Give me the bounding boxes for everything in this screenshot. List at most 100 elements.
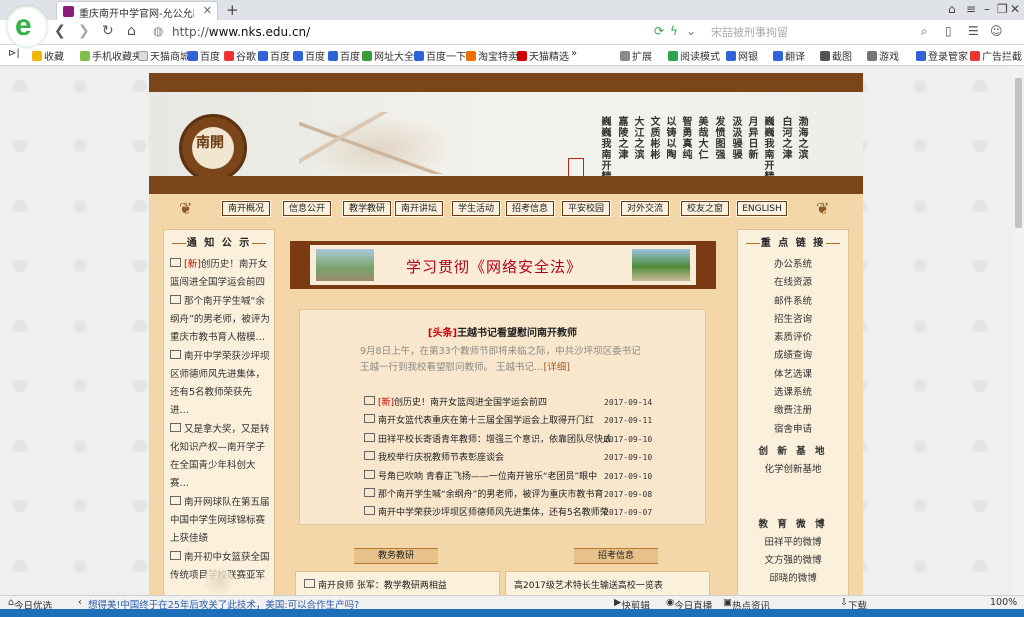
menu-item[interactable]: 南开讲坛	[394, 200, 444, 217]
bookmark-item[interactable]: 淘宝特卖	[466, 48, 518, 63]
menu-item[interactable]: 平安校园	[561, 200, 611, 217]
skin-icon[interactable]: ⌂	[948, 2, 956, 16]
teaching-item[interactable]: 南开良师 张军：教学教研两相益	[304, 578, 447, 591]
online-banking-button[interactable]: 网银	[726, 48, 758, 63]
menu-item[interactable]: 教学教研	[342, 200, 392, 217]
bookmark-item[interactable]: 收藏	[32, 48, 64, 63]
quick-link[interactable]: 办公系统	[738, 256, 848, 274]
screenshot-button[interactable]: 截图	[820, 48, 852, 63]
feature-banner[interactable]: 学习贯彻《网络安全法》	[290, 241, 716, 289]
bookmark-item[interactable]: 天猫商城	[138, 48, 190, 63]
quick-link[interactable]: 邮件系统	[738, 293, 848, 311]
address-bar[interactable]: ◍ http://www.nks.edu.cn/	[150, 23, 500, 41]
quick-link[interactable]: 成绩查询	[738, 347, 848, 365]
notice-item[interactable]: 那个南开学生喊“余纲舟”的男老师，被评为重庆市教书育人楷模…	[170, 293, 270, 347]
adblock-button[interactable]: 广告拦截	[970, 48, 1022, 63]
section-tab-admissions[interactable]: 招考信息	[574, 548, 658, 564]
home-icon[interactable]: ⌂	[127, 23, 136, 39]
notice-item[interactable]: 又是拿大奖，又是转化知识产权—南开学子在全国青少年科创大赛…	[170, 421, 270, 493]
weibo-link[interactable]: 邱晓的微博	[738, 570, 848, 588]
quick-link[interactable]: 在线资源	[738, 274, 848, 292]
innovation-link[interactable]: 化学创新基地	[738, 461, 848, 479]
minimize-icon[interactable]: –	[984, 2, 990, 16]
live-button[interactable]: ◉ 今日直播	[666, 597, 712, 612]
dropdown-chevron-icon[interactable]: ⌄	[686, 24, 696, 38]
quick-link[interactable]: 招生咨询	[738, 311, 848, 329]
notice-item[interactable]: 南开中学荣获沙坪坝区师德师风先进集体，还有5名教师荣获先进…	[170, 348, 270, 420]
bookmark-item[interactable]: 百度	[188, 48, 220, 63]
news-row[interactable]: 我校举行庆祝教师节表彰座谈会 2017-09-10	[364, 449, 664, 467]
vertical-scrollbar[interactable]	[1013, 66, 1024, 595]
news-row[interactable]: 号角已吹响 青春正飞扬——一位南开管乐“老团员”眼中 2017-09-10	[364, 468, 664, 486]
quick-link[interactable]: 体艺选课	[738, 366, 848, 384]
admissions-item[interactable]: 高2017级艺术特长生输送高校一览表	[514, 578, 663, 591]
school-emblem-icon[interactable]: 南開	[179, 114, 247, 182]
news-ticker-prev-icon[interactable]: ‹	[78, 597, 82, 608]
bookmark-item[interactable]: 百度一下	[414, 48, 466, 63]
extensions-button[interactable]: 扩展	[620, 48, 652, 63]
notice-item[interactable]: 南开网球队在第五届中国中学生网球锦标赛上获佳绩	[170, 494, 270, 548]
menu-item[interactable]: ENGLISH	[736, 200, 788, 217]
new-tab-icon[interactable]: +	[226, 1, 239, 19]
news-row[interactable]: 田祥平校长寄语青年教师：增强三个意识，依靠团队尽快成 2017-09-10	[364, 431, 664, 449]
read-more-link[interactable]: [详细]	[544, 362, 570, 373]
download-button[interactable]: ⇩ 下载	[840, 597, 867, 612]
login-manager-button[interactable]: 登录管家	[916, 48, 968, 63]
quick-link[interactable]: 缴费注册	[738, 402, 848, 420]
window-close-icon[interactable]: ✕	[1010, 2, 1020, 16]
quick-link[interactable]: 宿舍申请	[738, 421, 848, 439]
user-icon[interactable]: ☺	[990, 24, 1003, 38]
browser-logo-icon[interactable]: e	[6, 6, 48, 48]
section-tab-teaching[interactable]: 教务教研	[354, 548, 438, 564]
menu-item[interactable]: 南开概况	[221, 200, 271, 217]
bookmark-item[interactable]: 百度	[328, 48, 360, 63]
security-check-icon[interactable]: ⟳	[654, 24, 664, 38]
headline-link[interactable]: [头条]王越书记看望慰问南开教师	[300, 324, 705, 339]
search-icon[interactable]: ⌕	[921, 24, 928, 39]
menu-item[interactable]: 对外交流	[620, 200, 670, 217]
translate-button[interactable]: 翻译	[773, 48, 805, 63]
sidebar-toggle-icon[interactable]: ⊳|	[8, 48, 20, 59]
news-row[interactable]: 南开中学荣获沙坪坝区师德师风先进集体，还有5名教师荣 2017-09-07	[364, 504, 664, 522]
bookmark-item[interactable]: 谷歌	[224, 48, 256, 63]
reading-mode-button[interactable]: 阅读模式	[668, 48, 720, 63]
news-row[interactable]: 南开女篮代表重庆在第十三届全国学运会上取得开门红 2017-09-11	[364, 412, 664, 430]
quick-link[interactable]: 素质评价	[738, 329, 848, 347]
bookmark-item[interactable]: 百度	[258, 48, 290, 63]
menu-item[interactable]: 招考信息	[505, 200, 555, 217]
bookmark-item[interactable]: 网址大全	[362, 48, 414, 63]
weibo-link[interactable]: 田祥平的微博	[738, 534, 848, 552]
back-icon[interactable]: ❮	[54, 23, 66, 39]
phone-icon[interactable]: ▯	[945, 24, 952, 38]
quick-link[interactable]: 选课系统	[738, 384, 848, 402]
app-menu-icon[interactable]: ☰	[968, 24, 979, 38]
browser-tab[interactable]: 重庆南开中学官网-允公允能 日新月异 ✕	[56, 1, 218, 20]
quick-edit-button[interactable]: ▶ 快剪辑	[614, 597, 650, 612]
restore-icon[interactable]: ❐	[997, 2, 1008, 16]
bookmark-item[interactable]: 百度	[293, 48, 325, 63]
weibo-link[interactable]: 文方强的微博	[738, 552, 848, 570]
search-input[interactable]: 宋喆被刑事拘留	[705, 22, 935, 40]
bookmark-item[interactable]: 手机收藏夹	[80, 48, 142, 63]
scrollbar-thumb[interactable]	[1015, 78, 1022, 228]
forward-icon[interactable]: ❯	[78, 23, 90, 39]
bookmark-item[interactable]: 天猫精选	[517, 48, 569, 63]
ornament-swirl-icon: ❦	[179, 199, 193, 218]
speed-icon[interactable]: ϟ	[670, 24, 678, 38]
news-row[interactable]: 那个南开学生喊“余纲舟”的男老师，被评为重庆市教书育 2017-09-08	[364, 486, 664, 504]
more-bookmarks-icon[interactable]: »	[571, 48, 577, 59]
news-row[interactable]: [新]创历史！南开女篮闯进全国学运会前四 2017-09-14	[364, 394, 664, 412]
games-button[interactable]: 游戏	[867, 48, 899, 63]
daily-picks-button[interactable]: ⌂ 今日优选	[8, 597, 52, 612]
zoom-level[interactable]: 100%	[990, 597, 1017, 608]
url-text[interactable]: http://www.nks.edu.cn/	[172, 25, 310, 39]
notice-item[interactable]: [新]创历史！南开女篮闯进全国学运会前四	[170, 256, 270, 292]
menu-item[interactable]: 学生活动	[451, 200, 501, 217]
menu-item[interactable]: 信息公开	[282, 200, 332, 217]
teaching-panel: 南开良师 张军：教学教研两相益	[295, 571, 500, 595]
hot-news-button[interactable]: ▣ 热点资讯	[723, 597, 770, 612]
menu-item[interactable]: 校友之窗	[680, 200, 730, 217]
tab-close-icon[interactable]: ✕	[203, 4, 212, 17]
refresh-icon[interactable]: ↻	[102, 23, 114, 39]
menu-icon[interactable]: ≡	[966, 2, 976, 16]
